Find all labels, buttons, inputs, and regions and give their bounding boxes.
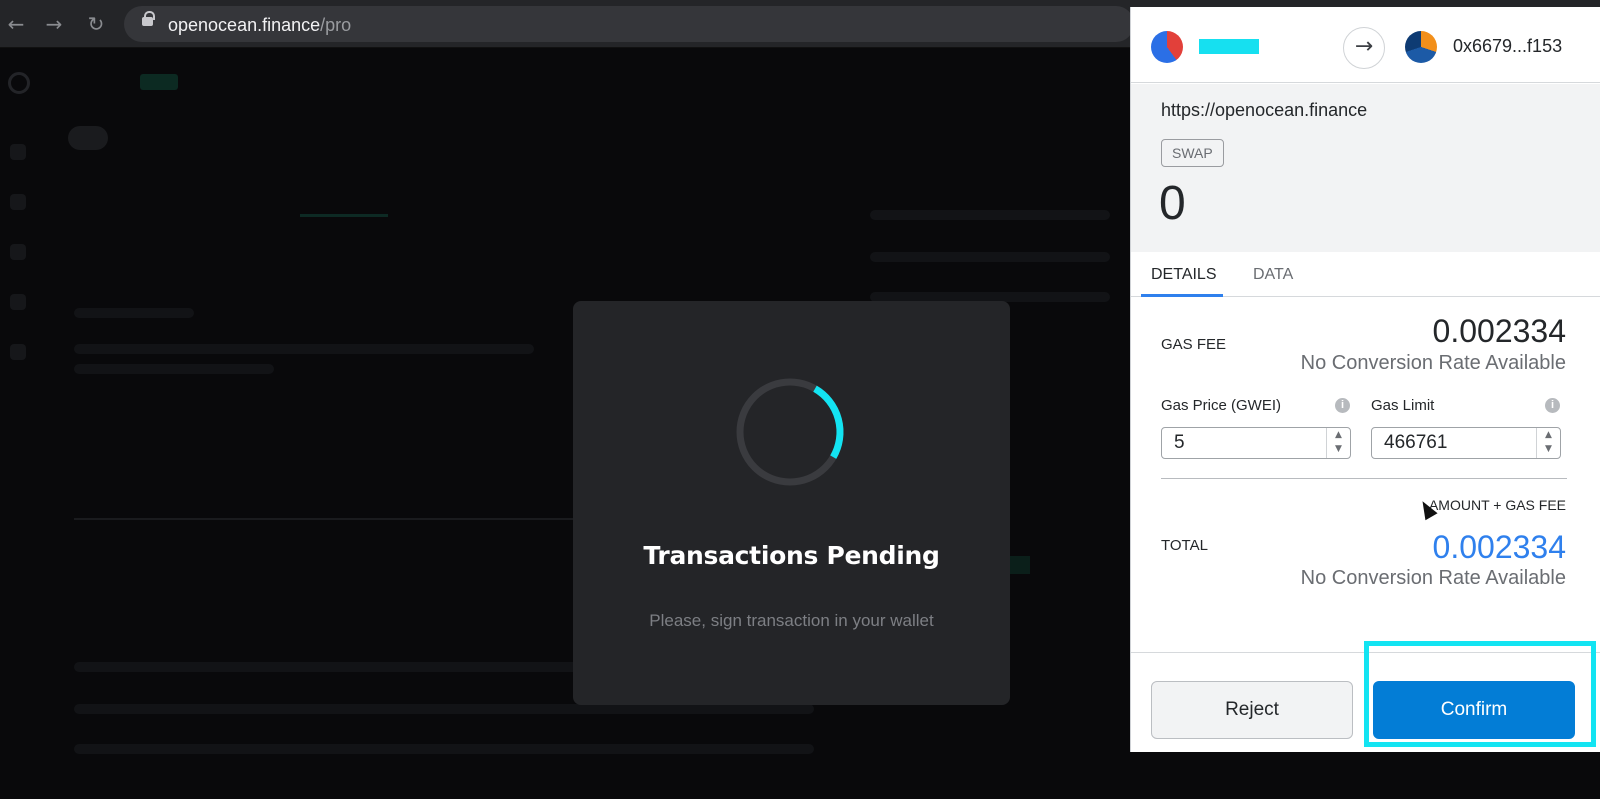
tab-details[interactable]: DETAILS [1151, 266, 1217, 284]
blurred-text [74, 364, 274, 374]
wallet-tabs: DETAILS DATA [1131, 252, 1600, 297]
url-text: openocean.finance/pro [168, 15, 351, 36]
total-label: TOTAL [1161, 537, 1208, 554]
blurred-text [74, 744, 814, 754]
gas-limit-stepper-icon[interactable]: ▲ ▼ [1536, 428, 1560, 458]
modal-subtitle: Please, sign transaction in your wallet [649, 611, 934, 630]
total-conversion: No Conversion Rate Available [1300, 567, 1566, 589]
recipient-address[interactable]: 0x6679...f153 [1453, 36, 1562, 57]
url-path: /pro [320, 15, 352, 35]
gas-fee-label: GAS FEE [1161, 336, 1227, 353]
transactions-pending-modal: Transactions Pending Please, sign transa… [573, 301, 1010, 705]
gas-fee-value: 0.002334 [1432, 313, 1566, 349]
gas-price-input[interactable]: 5 ▲ ▼ [1161, 427, 1351, 459]
blurred-text [74, 344, 534, 354]
app-logo-icon [8, 72, 30, 94]
gas-fee-conversion: No Conversion Rate Available [1300, 352, 1566, 374]
gas-limit-value: 466761 [1384, 432, 1448, 453]
pair-coin-icon [68, 126, 108, 150]
account-name-redacted [1199, 39, 1259, 54]
lock-icon [142, 11, 155, 26]
active-tab-underline [1141, 294, 1223, 297]
method-tag: SWAP [1161, 139, 1224, 167]
price-chart-line [74, 518, 594, 520]
sidebar-icon [10, 244, 26, 260]
beta-badge-shape [140, 74, 178, 90]
blurred-text [74, 704, 814, 714]
url-host: openocean.finance [168, 15, 321, 35]
tab-underline [300, 214, 388, 217]
forward-arrow-icon[interactable]: → [42, 12, 66, 36]
section-divider [1161, 478, 1567, 479]
gas-price-stepper-icon[interactable]: ▲ ▼ [1326, 428, 1350, 458]
account-avatar-icon [1151, 31, 1183, 63]
recipient-avatar-icon [1405, 31, 1437, 63]
total-caption: AMOUNT + GAS FEE [1428, 497, 1566, 513]
sidebar-icon [10, 344, 26, 360]
modal-title: Transactions Pending [643, 541, 940, 570]
gas-limit-label: Gas Limit [1371, 397, 1435, 414]
gas-price-value: 5 [1174, 432, 1185, 453]
spinner-progress-arc [736, 378, 844, 486]
sidebar-icon [10, 144, 26, 160]
total-value: 0.002334 [1432, 529, 1566, 565]
tab-data[interactable]: DATA [1253, 266, 1293, 284]
info-icon[interactable]: i [1335, 398, 1350, 413]
confirm-highlight-frame [1364, 641, 1596, 747]
origin-url: https://openocean.finance [1161, 100, 1368, 120]
sidebar-icon [10, 194, 26, 210]
back-arrow-icon[interactable]: ← [4, 12, 28, 36]
address-bar[interactable]: openocean.finance/pro [124, 6, 1134, 42]
transaction-amount: 0 [1159, 177, 1186, 230]
reject-button[interactable]: Reject [1151, 681, 1353, 739]
blurred-text [74, 662, 614, 672]
info-icon[interactable]: i [1545, 398, 1560, 413]
wallet-header: → 0x6679...f153 [1131, 7, 1600, 83]
blurred-text [870, 210, 1110, 220]
sidebar-icon [10, 294, 26, 310]
gas-price-label: Gas Price (GWEI) [1161, 397, 1282, 414]
arrow-right-icon: → [1343, 27, 1385, 69]
transaction-summary: https://openocean.finance SWAP 0 [1131, 84, 1600, 252]
blurred-text [870, 252, 1110, 262]
screen: ← → ↻ openocean.finance/pro Transactions… [0, 0, 1600, 799]
reload-icon[interactable]: ↻ [84, 12, 108, 36]
blurred-text [74, 308, 194, 318]
loading-spinner-icon [736, 378, 844, 486]
gas-limit-input[interactable]: 466761 ▲ ▼ [1371, 427, 1561, 459]
